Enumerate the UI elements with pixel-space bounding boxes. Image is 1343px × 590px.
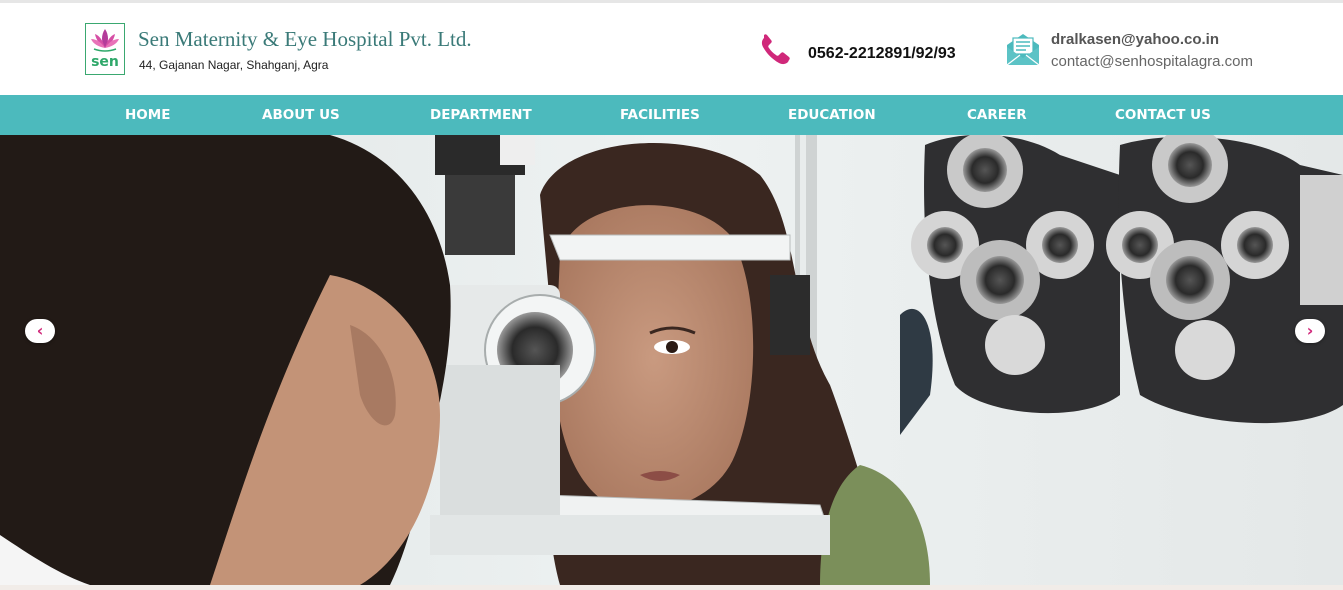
nav-about-us[interactable]: ABOUT US (262, 95, 340, 135)
nav-education[interactable]: EDUCATION (788, 95, 876, 135)
email-secondary[interactable]: contact@senhospitalagra.com (1051, 53, 1253, 70)
nav-department[interactable]: DEPARTMENT (430, 95, 532, 135)
hero-slide-image (0, 135, 1343, 585)
nav-facilities[interactable]: FACILITIES (620, 95, 700, 135)
main-navigation: HOME ABOUT US DEPARTMENT FACILITIES EDUC… (0, 95, 1343, 135)
hospital-logo[interactable]: sen (85, 23, 125, 75)
site-header: sen Sen Maternity & Eye Hospital Pvt. Lt… (0, 3, 1343, 95)
nav-home[interactable]: HOME (125, 95, 170, 135)
nav-contact-us[interactable]: CONTACT US (1115, 95, 1211, 135)
phone-icon (761, 34, 790, 65)
phone-number[interactable]: 0562-2212891/92/93 (808, 45, 956, 63)
logo-text: sen (91, 54, 119, 70)
hospital-address: 44, Gajanan Nagar, Shahganj, Agra (139, 58, 329, 72)
nav-career[interactable]: CAREER (967, 95, 1027, 135)
email-primary[interactable]: dralkasen@yahoo.co.in (1051, 31, 1219, 48)
mail-icon (1006, 34, 1040, 66)
lotus-icon (91, 29, 119, 52)
slider-next-button[interactable]: › (1295, 319, 1325, 343)
hospital-name[interactable]: Sen Maternity & Eye Hospital Pvt. Ltd. (138, 27, 472, 52)
bottom-strip (0, 585, 1343, 590)
hero-slider: ‹ › (0, 135, 1343, 585)
slider-prev-button[interactable]: ‹ (25, 319, 55, 343)
chevron-left-icon: ‹ (36, 321, 44, 340)
chevron-right-icon: › (1306, 321, 1314, 340)
